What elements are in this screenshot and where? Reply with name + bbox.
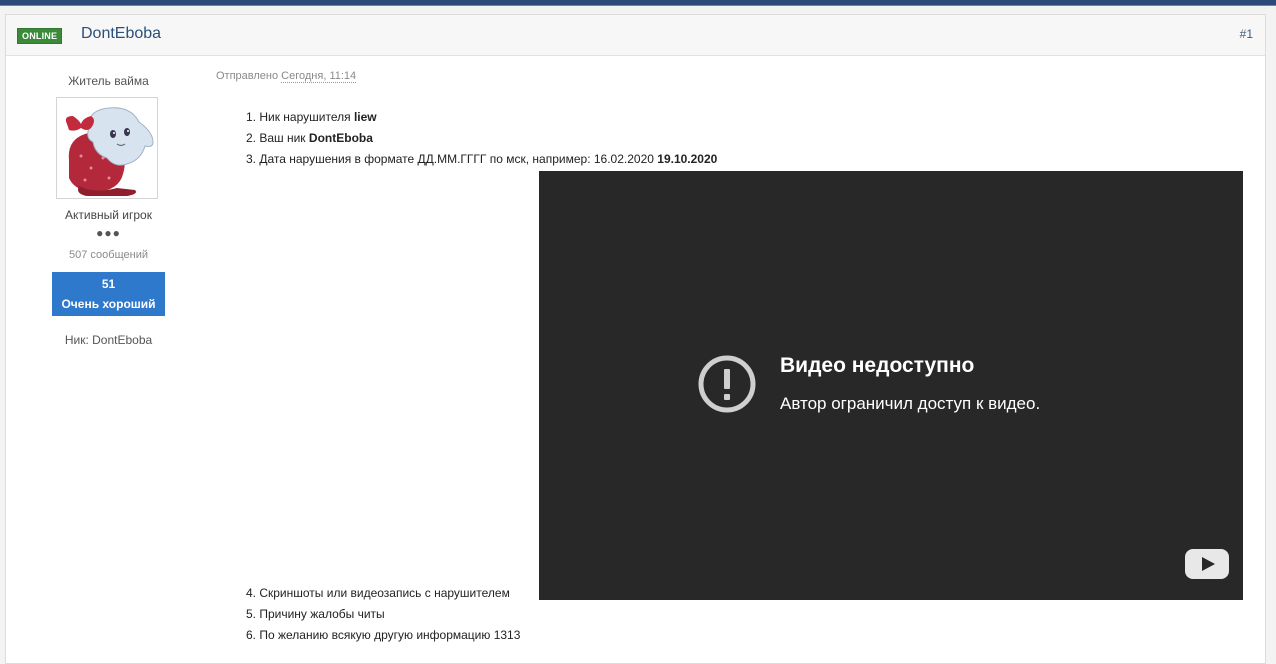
video-unavailable-title: Видео недоступно <box>780 354 975 377</box>
avatar[interactable] <box>56 97 158 199</box>
online-status-badge: ONLINE <box>17 28 63 44</box>
forum-post: ONLINE DontEboba #1 Житель вайма Активны… <box>5 14 1266 664</box>
item-value: liew <box>353 110 377 124</box>
embedded-video-player[interactable]: Видео недоступно Автор ограничил доступ … <box>539 171 1243 600</box>
list-item: 1. Ник нарушителя liew <box>246 110 377 124</box>
item-label: 6. По желанию всякую другую информацию 1… <box>246 628 521 642</box>
post-number-link[interactable]: #1 <box>1240 27 1253 41</box>
item-label: 3. Дата нарушения в формате ДД.ММ.ГГГГ п… <box>246 152 658 166</box>
top-navigation-bar <box>0 0 1276 6</box>
item-value: 19.10.2020 <box>657 152 718 166</box>
author-name-link[interactable]: DontEboba <box>81 25 161 43</box>
post-header: ONLINE DontEboba #1 <box>6 15 1265 56</box>
exclamation-circle-icon <box>698 355 756 413</box>
reputation-box[interactable]: 51 Очень хороший <box>52 272 165 316</box>
nick-field: Ник: DontEboba <box>64 333 153 347</box>
reputation-value: 51 <box>101 277 116 291</box>
user-rank: Активный игрок <box>65 208 152 222</box>
avatar-image <box>57 98 157 198</box>
item-label: 2. Ваш ник <box>246 131 309 145</box>
item-value: DontEboba <box>308 131 373 145</box>
list-item: 5. Причину жалобы читы <box>246 607 385 621</box>
post-meta-prefix: Отправлено <box>216 70 279 82</box>
item-label: 5. Причину жалобы читы <box>246 607 385 621</box>
user-title: Житель вайма <box>68 74 149 88</box>
list-item: 6. По желанию всякую другую информацию 1… <box>246 628 520 642</box>
post-count: 507 сообщений <box>69 249 148 261</box>
reputation-label: Очень хороший <box>61 297 156 311</box>
list-item: 4. Скриншоты или видеозапись с нарушител… <box>246 586 510 600</box>
item-label: 1. Ник нарушителя <box>246 110 354 124</box>
list-item: 3. Дата нарушения в формате ДД.ММ.ГГГГ п… <box>246 152 717 166</box>
youtube-logo-icon[interactable] <box>1184 548 1230 580</box>
item-label: 4. Скриншоты или видеозапись с нарушител… <box>246 586 510 600</box>
post-meta: Отправлено Сегодня, 11:14 <box>216 70 357 83</box>
video-unavailable-subtitle: Автор ограничил доступ к видео. <box>780 394 1041 413</box>
post-date: Сегодня, 11:14 <box>281 70 357 83</box>
rank-pips: ●●● <box>96 226 121 240</box>
list-item: 2. Ваш ник DontEboba <box>246 131 373 145</box>
